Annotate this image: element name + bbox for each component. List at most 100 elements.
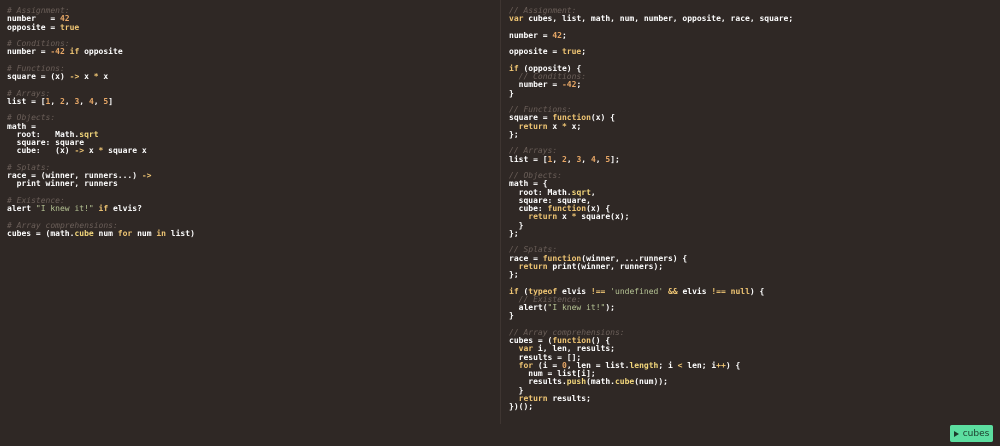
code-token: ); xyxy=(605,303,615,312)
code-line: number = -42 if opposite xyxy=(7,48,487,56)
code-token: ) { xyxy=(749,286,765,296)
code-token: results; xyxy=(547,393,591,403)
code-token: , xyxy=(79,96,89,106)
code-token: ; i xyxy=(658,360,678,370)
code-line: cubes = (math.cube num for num in list) xyxy=(7,228,487,238)
code-token: number = xyxy=(7,47,51,57)
code-line: }; xyxy=(509,130,994,139)
code-line: }; xyxy=(509,229,994,238)
code-line: opposite = true xyxy=(7,22,487,32)
code-token: if xyxy=(69,47,80,57)
code-token: 42 xyxy=(552,30,562,40)
code-line: return x * square(x); xyxy=(509,213,994,221)
code-token: var xyxy=(509,14,524,24)
code-token: true xyxy=(59,22,80,32)
run-button-label: cubes xyxy=(962,428,990,439)
code-token: square = (x) xyxy=(7,72,70,81)
code-line: // Objects: xyxy=(509,171,994,180)
code-token: ] xyxy=(108,96,114,106)
pane-divider[interactable] xyxy=(500,0,501,424)
code-token: , xyxy=(93,96,104,106)
code-token: (x) { xyxy=(590,113,615,123)
code-token: , xyxy=(581,154,591,164)
code-line: opposite = true; xyxy=(509,48,994,56)
code-token: 'undefined' xyxy=(610,286,664,296)
code-line: var i, len, results; xyxy=(509,345,994,353)
code-token: ; xyxy=(581,47,587,57)
code-line: number = -42; xyxy=(509,81,994,89)
code-token: -> xyxy=(74,146,85,156)
code-line: } xyxy=(509,221,994,230)
code-token: square(x); xyxy=(576,212,630,222)
code-token: opposite = xyxy=(509,47,562,57)
code-token: length xyxy=(629,360,659,370)
code-line: // Conditions: xyxy=(509,72,994,81)
code-token: cube xyxy=(74,228,94,238)
code-token: (math. xyxy=(586,377,615,387)
code-token: elvis xyxy=(677,286,712,296)
code-line: return x * x; xyxy=(509,121,994,131)
code-token: null xyxy=(730,286,750,296)
code-line: } xyxy=(509,312,994,320)
code-token: if xyxy=(98,204,109,213)
code-token: number = xyxy=(509,30,553,40)
code-token: -42 xyxy=(50,47,65,57)
code-token: "I knew it!" xyxy=(35,204,94,213)
code-token: len; i xyxy=(682,360,717,370)
code-token: x xyxy=(84,146,99,156)
code-line: # Assignment: xyxy=(7,6,487,15)
code-token: list = [ xyxy=(7,96,46,106)
code-token: num xyxy=(93,228,118,238)
code-token: x xyxy=(98,72,109,81)
code-token: push xyxy=(566,377,587,387)
code-token: cubes = (math. xyxy=(7,228,75,238)
code-token: "I knew it!" xyxy=(547,303,606,312)
code-line: square = (x) -> x * x xyxy=(7,72,487,81)
code-line: cube: (x) -> x * square x xyxy=(7,147,487,155)
code-token: } xyxy=(509,311,514,321)
code-token: x; xyxy=(566,121,582,131)
code-token: true xyxy=(561,47,582,57)
code-token: square x xyxy=(103,146,147,156)
code-line: list = [1, 2, 3, 4, 5] xyxy=(7,96,487,106)
code-line: alert "I knew it!" if elvis? xyxy=(7,204,487,213)
code-token: for xyxy=(117,228,133,238)
code-token: in xyxy=(156,228,166,238)
code-token: print winner, runners xyxy=(7,179,118,189)
code-token: cube: (x) xyxy=(7,146,75,156)
code-line: return print(winner, runners); xyxy=(509,261,994,271)
code-token: alert( xyxy=(509,303,548,312)
code-line: list = [1, 2, 3, 4, 5]; xyxy=(509,154,994,164)
code-line: print winner, runners xyxy=(7,180,487,188)
code-token: , xyxy=(595,154,606,164)
play-icon xyxy=(953,430,959,437)
code-line: if (typeof elvis !== 'undefined' && elvi… xyxy=(509,286,994,296)
code-token: && xyxy=(668,286,678,296)
code-line: results.push(math.cube(num)); xyxy=(509,378,994,386)
code-line: var cubes, list, math, num, number, oppo… xyxy=(509,15,994,23)
code-line: # Objects: xyxy=(7,114,487,122)
code-line: } xyxy=(509,89,994,98)
code-line: alert("I knew it!"); xyxy=(509,303,994,312)
run-button[interactable]: cubes xyxy=(950,425,993,442)
code-token: !== xyxy=(590,286,606,296)
code-token: (num)); xyxy=(634,377,668,387)
code-token: cubes, list, math, num, number, opposite… xyxy=(523,14,794,24)
code-line: })(); xyxy=(509,402,994,411)
code-token: x xyxy=(79,72,94,81)
coffeescript-editor[interactable]: # Assignment: number = 42 opposite = true … xyxy=(7,6,487,446)
code-token: elvis? xyxy=(108,204,142,213)
code-line: number = 42; xyxy=(509,30,994,40)
code-token: !== xyxy=(711,286,726,296)
code-token: , xyxy=(50,96,60,106)
code-token: print(winner, runners); xyxy=(547,261,664,271)
